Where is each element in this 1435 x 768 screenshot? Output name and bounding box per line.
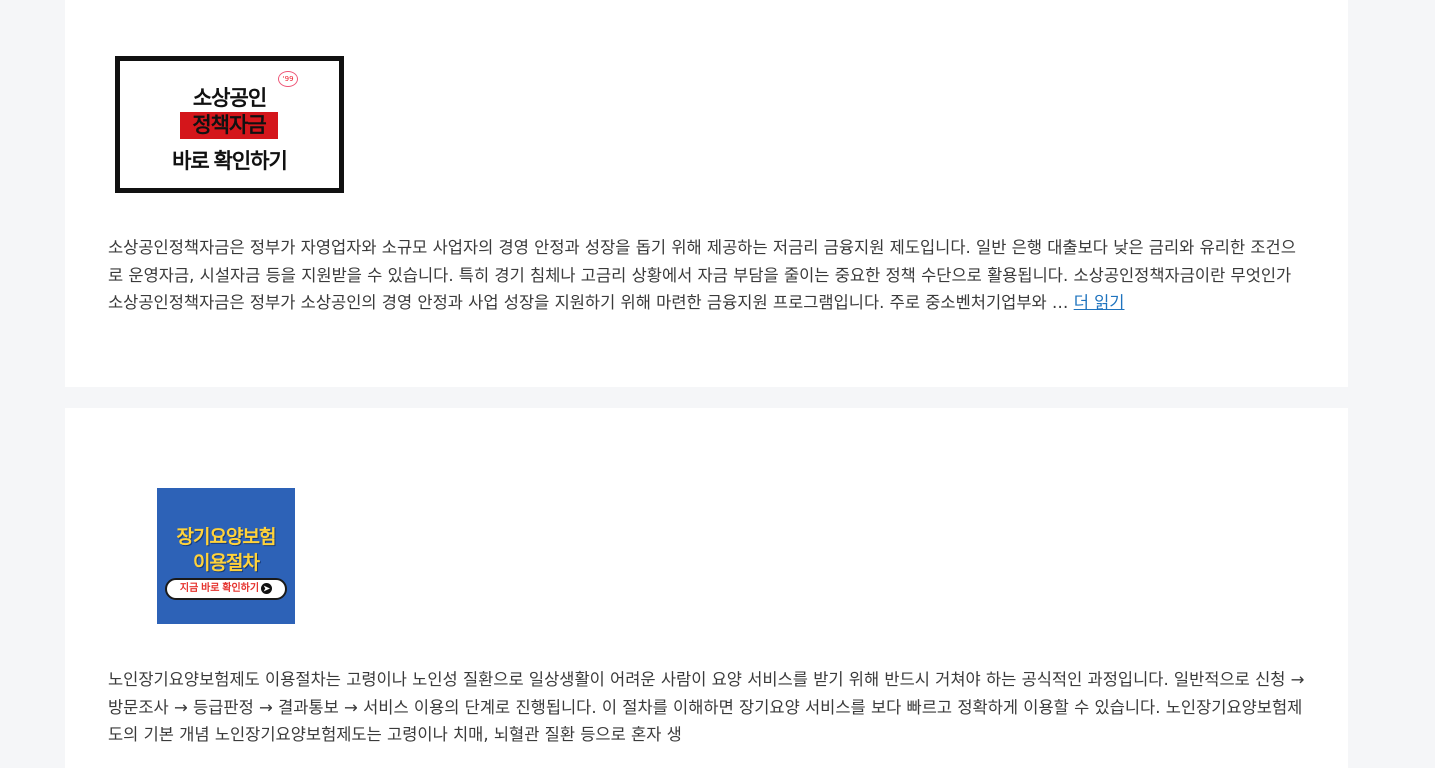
post-excerpt: 소상공인정책자금은 정부가 자영업자와 소규모 사업자의 경영 안정과 성장을 … (108, 234, 1308, 317)
post-card: 장기요양보험 이용절차 지금 바로 확인하기 ➤ 노인장기요양보험제도 이용절차는… (65, 408, 1348, 768)
post-thumbnail-link[interactable]: 소상공인 ‘99 정책자금 바로 확인하기 (115, 56, 344, 193)
thumbnail-badge: ‘99 (278, 71, 298, 87)
post-card: 소상공인 ‘99 정책자금 바로 확인하기 소상공인정책자금은 정부가 자영업자… (65, 0, 1348, 387)
read-more-link[interactable]: 더 읽기 (1074, 293, 1125, 312)
thumbnail-cta-text: 지금 바로 확인하기 (179, 583, 260, 594)
thumbnail-title-line: 이용절차 (193, 553, 260, 574)
thumbnail-cta-line: 바로 확인하기 (172, 150, 288, 173)
post-thumbnail-link[interactable]: 장기요양보험 이용절차 지금 바로 확인하기 ➤ (157, 488, 295, 624)
post-excerpt-text: 노인장기요양보험제도 이용절차는 고령이나 노인성 질환으로 일상생활이 어려운… (108, 670, 1305, 744)
thumbnail-cta-pill: 지금 바로 확인하기 ➤ (165, 578, 287, 600)
arrow-right-icon: ➤ (261, 582, 273, 594)
post-excerpt: 노인장기요양보험제도 이용절차는 고령이나 노인성 질환으로 일상생활이 어려운… (108, 666, 1308, 749)
thumbnail-title-line: 소상공인 (192, 87, 267, 110)
thumbnail-title-line: 장기요양보험 (176, 527, 277, 548)
thumbnail-highlight-line: 정책자금 (180, 112, 278, 139)
